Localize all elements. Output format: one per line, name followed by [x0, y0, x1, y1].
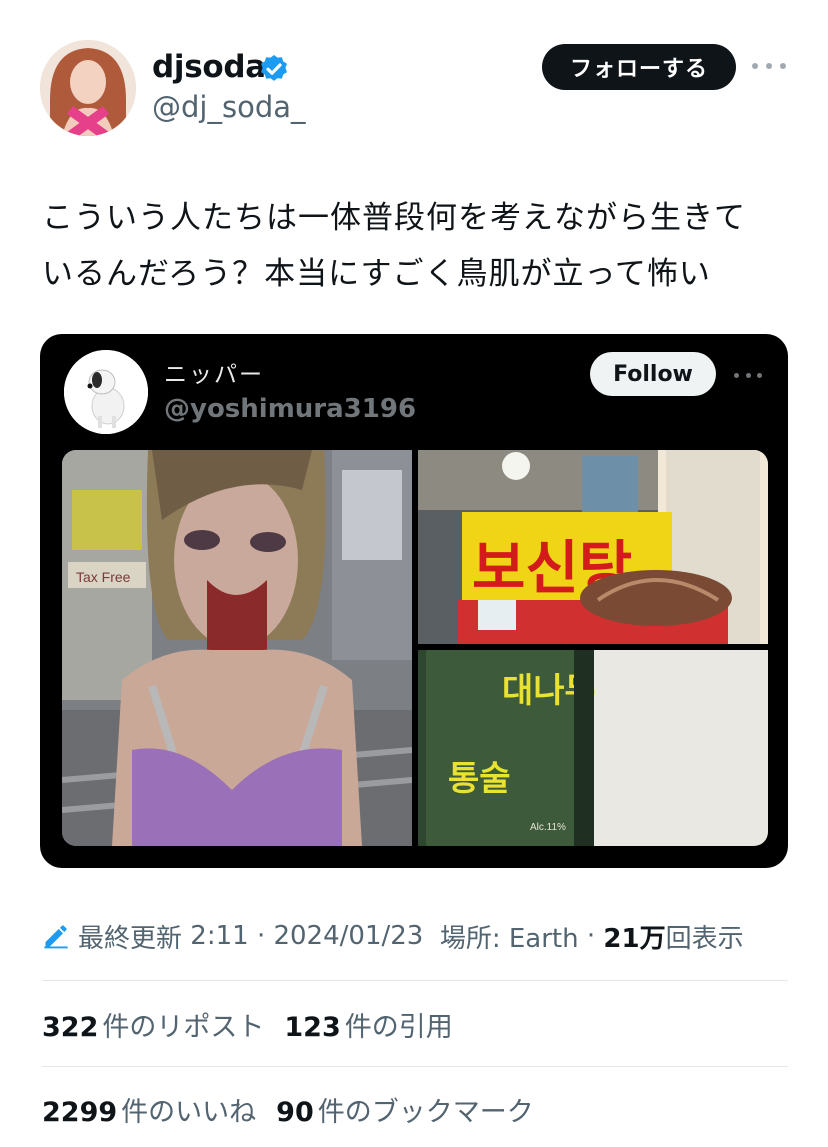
quoted-tweet-card[interactable]: ニッパー @yoshimura3196 Follow Tax Free 보신탕 … [40, 334, 788, 868]
meta-separator: · [586, 921, 596, 951]
likes-label: 件のいいね [121, 1096, 257, 1128]
quotes-count: 123 [284, 1011, 341, 1043]
view-count[interactable]: 21万 [603, 918, 665, 955]
quotes-link[interactable]: 123 件の引用 [284, 1005, 452, 1044]
sign-text: 통술 [448, 759, 511, 799]
tweet-text: こういう人たちは一体普段何を考えながら生きて いるんだろう？本当にすごく鳥肌が立… [42, 190, 792, 302]
tweet-text-line: いるんだろう？本当にすごく鳥肌が立って怖い [42, 256, 711, 292]
tweet-location: 場所: Earth [439, 923, 579, 954]
divider [42, 1066, 788, 1067]
engagement-row-1: 322 件のリポスト 123 件の引用 [42, 1002, 453, 1046]
likes-link[interactable]: 2299 件のいいね [42, 1090, 256, 1129]
reposts-label: 件のリポスト [102, 1011, 265, 1043]
quoted-follow-button[interactable]: Follow [590, 352, 716, 396]
bookmarks-label: 件のブックマーク [317, 1096, 534, 1128]
quotes-label: 件の引用 [344, 1011, 453, 1043]
media-photo-2[interactable]: 보신탕 [418, 450, 768, 644]
tweet-date[interactable]: 2024/01/23 [273, 921, 423, 951]
sign-text: Tax Free [76, 569, 131, 585]
quoted-media-grid[interactable]: Tax Free 보신탕 대나무 통술 Alc.11% [62, 450, 768, 846]
author-avatar[interactable] [40, 40, 136, 136]
quoted-handle[interactable]: @yoshimura3196 [164, 392, 416, 426]
sign-text: Alc.11% [530, 822, 566, 833]
quoted-avatar[interactable] [64, 350, 148, 434]
divider [42, 980, 788, 981]
quoted-more-options-icon[interactable] [734, 370, 762, 380]
verified-badge-icon [261, 55, 287, 81]
reposts-count: 322 [42, 1011, 99, 1043]
media-photo-3[interactable]: 대나무 통술 Alc.11% [418, 650, 768, 846]
pencil-icon [44, 925, 68, 949]
more-options-icon[interactable] [752, 52, 786, 80]
bookmarks-count: 90 [276, 1096, 314, 1128]
edited-label[interactable]: 最終更新 [78, 918, 182, 955]
media-photo-1[interactable]: Tax Free [62, 450, 413, 846]
tweet-meta: 最終更新 2:11 · 2024/01/23 場所: Earth · 21万 回表… [42, 914, 744, 958]
bookmarks-link[interactable]: 90 件のブックマーク [276, 1090, 534, 1129]
meta-separator: · [256, 921, 266, 951]
tweet-time[interactable]: 2:11 [190, 921, 248, 951]
tweet-header: djsoda @dj_soda_ フォローする [0, 0, 828, 160]
author-display-name[interactable]: djsoda [152, 48, 266, 86]
quoted-display-name[interactable]: ニッパー [164, 360, 264, 390]
tweet-text-line: こういう人たちは一体普段何を考えながら生きて [42, 200, 746, 236]
view-label: 回表示 [665, 923, 744, 954]
engagement-row-2: 2299 件のいいね 90 件のブックマーク [42, 1087, 534, 1131]
likes-count: 2299 [42, 1096, 118, 1128]
follow-button[interactable]: フォローする [542, 44, 736, 90]
reposts-link[interactable]: 322 件のリポスト [42, 1005, 264, 1044]
author-handle[interactable]: @dj_soda_ [152, 88, 306, 126]
